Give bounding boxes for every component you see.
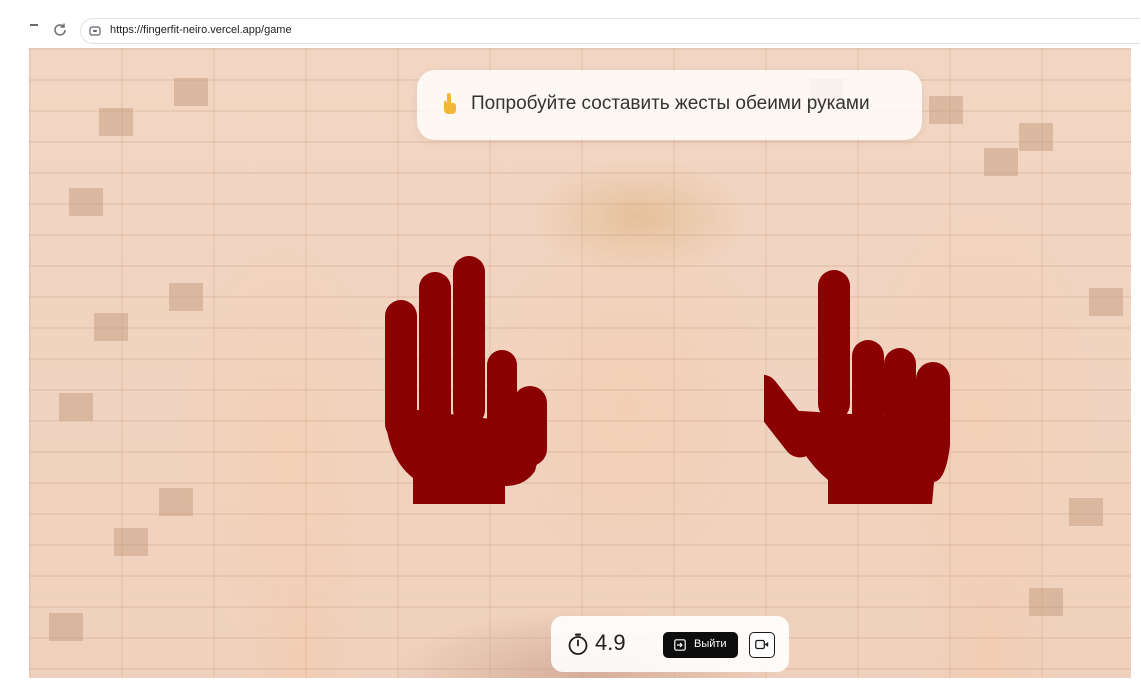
wall-tile: [169, 283, 203, 311]
camera-viewport: Попробуйте составить жесты обеими руками: [29, 48, 1131, 678]
exit-button[interactable]: Выйти: [663, 632, 738, 658]
reload-icon[interactable]: [52, 22, 68, 38]
camera-toggle-button[interactable]: [749, 632, 775, 658]
wall-tile: [94, 313, 128, 341]
game-control-bar: 4.9 Выйти: [551, 616, 789, 672]
wall-tile: [174, 78, 208, 106]
wall-tile: [929, 96, 963, 124]
wall-tile: [1019, 123, 1053, 151]
right-hand-index-pointing-icon: [764, 270, 950, 504]
wall-tile: [99, 108, 133, 136]
tile-wall-pattern: [29, 48, 1131, 678]
hint-text: Попробуйте составить жесты обеими руками: [471, 93, 870, 114]
wall-tile: [984, 148, 1018, 176]
left-hand-three-fingers-icon: [385, 256, 547, 504]
exit-icon: [674, 639, 686, 651]
site-info-icon[interactable]: [88, 24, 102, 38]
wall-tile: [69, 188, 103, 216]
wall-tile: [114, 528, 148, 556]
wall-tile: [49, 613, 83, 641]
wall-tile: [59, 393, 93, 421]
wall-tile: [1069, 498, 1103, 526]
camera-icon: [755, 639, 769, 650]
exit-label: Выйти: [694, 638, 727, 650]
gesture-hint-banner: Попробуйте составить жесты обеими руками: [417, 70, 922, 140]
wall-tile: [1089, 288, 1123, 316]
back-arrow-icon[interactable]: [30, 24, 38, 26]
url-text: https://fingerfit-neiro.vercel.app/game: [110, 24, 292, 36]
wall-tile: [1029, 588, 1063, 616]
wall-tile: [159, 488, 193, 516]
browser-toolbar: https://fingerfit-neiro.vercel.app/game: [0, 0, 1141, 46]
pointing-hand-icon: [444, 93, 456, 114]
stopwatch-icon: [568, 633, 588, 655]
address-bar[interactable]: https://fingerfit-neiro.vercel.app/game: [80, 18, 1140, 44]
timer-value: 4.9: [595, 630, 626, 655]
